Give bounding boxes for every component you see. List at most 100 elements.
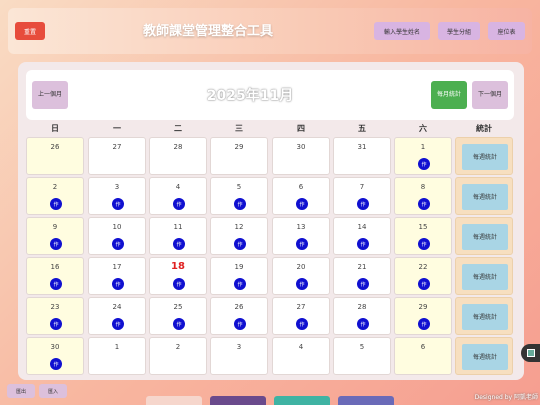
day-cell[interactable]: 1 [88,337,146,375]
day-cell[interactable]: 2作 [26,177,84,215]
day-cell[interactable]: 18 作 [149,257,207,295]
day-cell[interactable]: 4 [272,337,330,375]
reset-button[interactable]: 重置 [15,22,45,40]
homework-badge[interactable]: 作 [418,238,430,250]
homework-badge[interactable]: 作 [296,198,308,210]
theme-swatch[interactable] [210,396,266,405]
homework-badge[interactable]: 作 [357,198,369,210]
day-cell[interactable]: 5作 [210,177,268,215]
day-cell[interactable]: 7作 [333,177,391,215]
day-number: 9 [52,223,58,231]
weekly-stats-button[interactable]: 每週統計 [462,344,508,370]
prev-month-button[interactable]: 上一個月 [32,81,68,109]
day-cell[interactable]: 27 [88,137,146,175]
day-cell[interactable]: 28 [149,137,207,175]
day-cell[interactable]: 11 作 [149,217,207,255]
day-cell[interactable]: 26 [26,137,84,175]
theme-swatch[interactable] [274,396,330,405]
day-cell[interactable]: 22 作 [394,257,452,295]
day-cell[interactable]: 23 作 [26,297,84,335]
day-cell[interactable]: 25 作 [149,297,207,335]
homework-badge[interactable]: 作 [112,198,124,210]
day-cell[interactable]: 6 [394,337,452,375]
side-panel-toggle[interactable] [521,344,540,362]
day-cell[interactable]: 3 [210,337,268,375]
homework-badge[interactable]: 作 [173,278,185,290]
day-number: 29 [418,303,428,311]
homework-badge[interactable]: 作 [357,238,369,250]
day-cell[interactable]: 5 [333,337,391,375]
homework-badge[interactable]: 作 [234,278,246,290]
day-number: 12 [234,223,244,231]
homework-badge[interactable]: 作 [112,318,124,330]
homework-badge[interactable]: 作 [234,238,246,250]
day-cell[interactable]: 1作 [394,137,452,175]
day-cell[interactable]: 29 [210,137,268,175]
homework-badge[interactable]: 作 [296,278,308,290]
day-cell[interactable]: 8作 [394,177,452,215]
day-cell[interactable]: 21 作 [333,257,391,295]
day-number: 22 [418,263,428,271]
import-student-names-button[interactable]: 輸入學生姓名 [374,22,430,40]
monthly-stats-button[interactable]: 每月統計 [431,81,467,109]
homework-badge[interactable]: 作 [50,198,62,210]
day-cell[interactable]: 29 作 [394,297,452,335]
homework-badge[interactable]: 作 [50,238,62,250]
day-cell[interactable]: 31 [333,137,391,175]
day-cell[interactable]: 27 作 [272,297,330,335]
day-cell[interactable]: 12 作 [210,217,268,255]
day-cell[interactable]: 26 作 [210,297,268,335]
day-cell[interactable]: 13 作 [272,217,330,255]
day-cell[interactable]: 28 作 [333,297,391,335]
day-cell[interactable]: 30 作 [26,337,84,375]
day-cell[interactable]: 14 作 [333,217,391,255]
theme-swatch[interactable] [338,396,394,405]
weekly-stats-button[interactable]: 每週統計 [462,144,508,170]
day-cell[interactable]: 15 作 [394,217,452,255]
day-cell[interactable]: 16 作 [26,257,84,295]
group-students-button[interactable]: 學生分組 [438,22,480,40]
homework-badge[interactable]: 作 [173,198,185,210]
next-month-button[interactable]: 下一個月 [472,81,508,109]
day-cell[interactable]: 6作 [272,177,330,215]
day-cell[interactable]: 4作 [149,177,207,215]
day-number: 16 [50,263,60,271]
day-cell[interactable]: 30 [272,137,330,175]
homework-badge[interactable]: 作 [296,318,308,330]
day-cell[interactable]: 10 作 [88,217,146,255]
export-button[interactable]: 匯出 [7,384,35,398]
day-cell[interactable]: 3作 [88,177,146,215]
import-button[interactable]: 匯入 [39,384,67,398]
weekly-stats-button[interactable]: 每週統計 [462,304,508,330]
weekly-stats-cell: 每週統計 [455,137,513,175]
homework-badge[interactable]: 作 [418,318,430,330]
homework-badge[interactable]: 作 [112,278,124,290]
homework-badge[interactable]: 作 [50,358,62,370]
homework-badge[interactable]: 作 [296,238,308,250]
homework-badge[interactable]: 作 [112,238,124,250]
day-cell[interactable]: 19 作 [210,257,268,295]
day-number: 26 [234,303,244,311]
theme-swatch[interactable] [146,396,202,405]
weekly-stats-button[interactable]: 每週統計 [462,184,508,210]
homework-badge[interactable]: 作 [234,318,246,330]
weekly-stats-button[interactable]: 每週統計 [462,224,508,250]
day-cell[interactable]: 2 [149,337,207,375]
day-cell[interactable]: 20 作 [272,257,330,295]
homework-badge[interactable]: 作 [418,198,430,210]
day-cell[interactable]: 17 作 [88,257,146,295]
seating-chart-button[interactable]: 座位表 [488,22,525,40]
homework-badge[interactable]: 作 [50,318,62,330]
homework-badge[interactable]: 作 [50,278,62,290]
homework-badge[interactable]: 作 [357,278,369,290]
homework-badge[interactable]: 作 [418,278,430,290]
weekly-stats-button[interactable]: 每週統計 [462,264,508,290]
day-cell[interactable]: 24 作 [88,297,146,335]
homework-badge[interactable]: 作 [418,158,430,170]
homework-badge[interactable]: 作 [234,198,246,210]
homework-badge[interactable]: 作 [357,318,369,330]
day-cell[interactable]: 9作 [26,217,84,255]
day-number: 2 [175,343,181,351]
homework-badge[interactable]: 作 [173,318,185,330]
homework-badge[interactable]: 作 [173,238,185,250]
